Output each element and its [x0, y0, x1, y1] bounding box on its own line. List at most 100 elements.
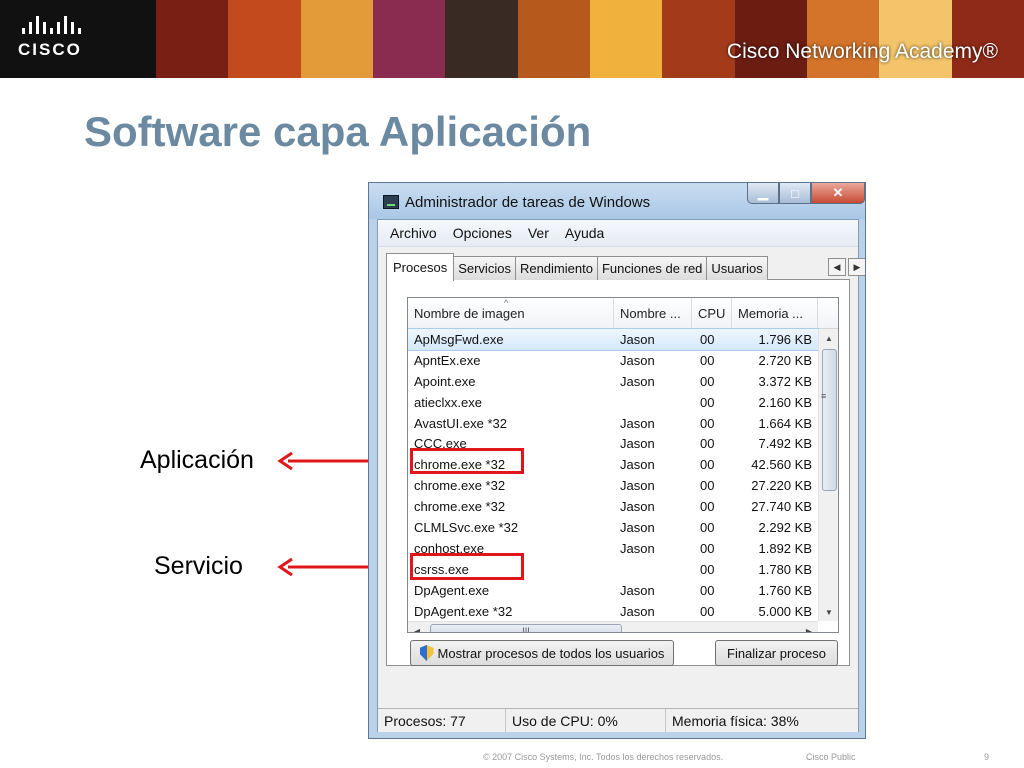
process-user-cell: Jason: [620, 582, 655, 598]
vertical-scrollbar[interactable]: ▲ ≡ ▼: [818, 329, 838, 621]
annotation-service: Servicio: [154, 552, 243, 580]
show-all-processes-label: Mostrar procesos de todos los usuarios: [437, 645, 665, 661]
highlight-service: [410, 553, 524, 580]
process-memory-cell: 3.372 KB: [758, 373, 813, 389]
tab-procesos[interactable]: Procesos: [386, 253, 455, 281]
banner-photo: [879, 0, 952, 78]
banner-photo: [951, 0, 1024, 78]
menu-ayuda[interactable]: Ayuda: [557, 225, 612, 241]
tab-scroll-left-icon[interactable]: ◀: [828, 258, 846, 276]
column-header-cpu[interactable]: CPU: [692, 298, 732, 328]
scroll-left-icon[interactable]: ◀: [408, 622, 426, 633]
process-cpu-cell: 00: [700, 582, 715, 598]
process-memory-cell: 1.780 KB: [758, 561, 813, 577]
process-name-cell: DpAgent.exe: [414, 582, 490, 598]
page-title: Software capa Aplicación: [84, 108, 592, 155]
process-memory-cell: 2.720 KB: [758, 352, 813, 368]
menu-bar: Archivo Opciones Ver Ayuda: [378, 220, 858, 247]
table-row[interactable]: Apoint.exe Jason 00 3.372 KB: [408, 371, 818, 392]
menu-ver[interactable]: Ver: [520, 225, 557, 241]
column-header-memory[interactable]: Memoria ...: [732, 298, 818, 328]
end-process-button[interactable]: Finalizar proceso: [715, 640, 838, 666]
banner-photo: [517, 0, 590, 78]
process-user-cell: Jason: [620, 499, 655, 515]
tab-rendimiento[interactable]: Rendimiento: [514, 256, 598, 280]
scroll-grip-icon: ≡: [821, 391, 827, 401]
tab-servicios[interactable]: Servicios: [453, 256, 516, 280]
table-row[interactable]: atieclxx.exe 00 2.160 KB: [408, 392, 818, 413]
process-user-cell: Jason: [620, 457, 655, 473]
process-memory-cell: 1.892 KB: [758, 540, 813, 556]
process-cpu-cell: 00: [700, 331, 715, 347]
horizontal-scroll-thumb[interactable]: III: [430, 624, 622, 632]
process-cpu-cell: 00: [700, 561, 715, 577]
table-row[interactable]: DpAgent.exe *32 Jason 00 5.000 KB: [408, 601, 818, 622]
academy-title: Cisco Networking Academy®: [726, 40, 998, 63]
process-name-cell: DpAgent.exe *32: [414, 603, 513, 619]
process-memory-cell: 2.292 KB: [758, 519, 813, 535]
highlight-application: [410, 448, 524, 474]
process-user-cell: Jason: [620, 373, 655, 389]
table-row[interactable]: CLMLSvc.exe *32 Jason 00 2.292 KB: [408, 517, 818, 538]
footer-classification: Cisco Public: [806, 752, 856, 762]
process-user-cell: Jason: [620, 603, 655, 619]
process-name-cell: AvastUI.exe *32: [414, 415, 507, 431]
horizontal-scrollbar[interactable]: ◀ III ▶: [408, 621, 818, 633]
banner-photo: [589, 0, 663, 78]
banner-photo-strip: [156, 0, 1024, 78]
banner-photo: [734, 0, 807, 78]
process-memory-cell: 1.796 KB: [758, 331, 813, 347]
table-row[interactable]: chrome.exe *32 Jason 00 27.740 KB: [408, 496, 818, 517]
footer-page-number: 9: [984, 752, 990, 762]
table-row[interactable]: ApntEx.exe Jason 00 2.720 KB: [408, 350, 818, 371]
process-user-cell: Jason: [620, 519, 655, 535]
process-cpu-cell: 00: [700, 394, 715, 410]
process-memory-cell: 27.220 KB: [751, 478, 812, 494]
table-row[interactable]: DpAgent.exe Jason 00 1.760 KB: [408, 580, 818, 601]
tab-scroll-buttons: ◀ ▶: [828, 258, 865, 276]
table-row[interactable]: chrome.exe *32 Jason 00 27.220 KB: [408, 475, 818, 496]
tab-usuarios[interactable]: Usuarios: [706, 256, 768, 280]
process-memory-cell: 2.160 KB: [758, 394, 813, 410]
status-bar: Procesos: 77 Uso de CPU: 0% Memoria físi…: [378, 708, 858, 732]
status-memory: Memoria física: 38%: [672, 712, 799, 729]
process-cpu-cell: 00: [700, 352, 715, 368]
close-button[interactable]: ✕: [811, 183, 865, 204]
column-header-user[interactable]: Nombre ...: [614, 298, 692, 328]
vertical-scroll-thumb[interactable]: [822, 349, 837, 491]
maximize-button[interactable]: □: [779, 183, 811, 204]
window-controls: ▁ □ ✕: [747, 183, 865, 204]
process-cpu-cell: 00: [700, 478, 715, 494]
process-memory-cell: 42.560 KB: [751, 457, 812, 473]
show-all-processes-button[interactable]: Mostrar procesos de todos los usuarios: [410, 640, 674, 666]
window-titlebar[interactable]: Administrador de tareas de Windows ▁ □ ✕: [369, 183, 865, 219]
banner-photo: [228, 0, 301, 78]
scroll-right-icon[interactable]: ▶: [800, 622, 818, 633]
window-title: Administrador de tareas de Windows: [405, 194, 651, 211]
process-cpu-cell: 00: [700, 457, 715, 473]
scroll-up-icon[interactable]: ▲: [819, 329, 838, 347]
menu-opciones[interactable]: Opciones: [445, 225, 520, 241]
process-memory-cell: 27.740 KB: [751, 499, 812, 515]
process-list-header: ^ Nombre de imagen Nombre ... CPU Memori…: [408, 298, 838, 329]
process-name-cell: chrome.exe *32: [414, 499, 506, 515]
cisco-bars-icon: [22, 16, 108, 34]
table-row[interactable]: AvastUI.exe *32 Jason 00 1.664 KB: [408, 413, 818, 434]
tab-scroll-right-icon[interactable]: ▶: [848, 258, 865, 276]
column-header-image-name[interactable]: ^ Nombre de imagen: [408, 298, 614, 328]
minimize-button[interactable]: ▁: [747, 183, 779, 204]
process-name-cell: atieclxx.exe: [414, 394, 482, 410]
scroll-down-icon[interactable]: ▼: [819, 603, 838, 621]
process-cpu-cell: 00: [700, 436, 715, 452]
annotation-application: Aplicación: [140, 446, 254, 474]
sort-ascending-icon: ^: [504, 298, 509, 308]
table-row[interactable]: ApMsgFwd.exe Jason 00 1.796 KB: [408, 328, 819, 351]
header-banner: CISCO Cisco Networking Academy®: [0, 0, 1024, 78]
process-name-cell: ApMsgFwd.exe: [414, 331, 504, 347]
process-memory-cell: 1.760 KB: [758, 582, 813, 598]
tab-funciones-de-red[interactable]: Funciones de red: [596, 256, 708, 280]
menu-archivo[interactable]: Archivo: [382, 225, 445, 241]
process-cpu-cell: 00: [700, 499, 715, 515]
tab-strip: Procesos Servicios Rendimiento Funciones…: [386, 253, 768, 281]
process-user-cell: Jason: [620, 540, 655, 556]
